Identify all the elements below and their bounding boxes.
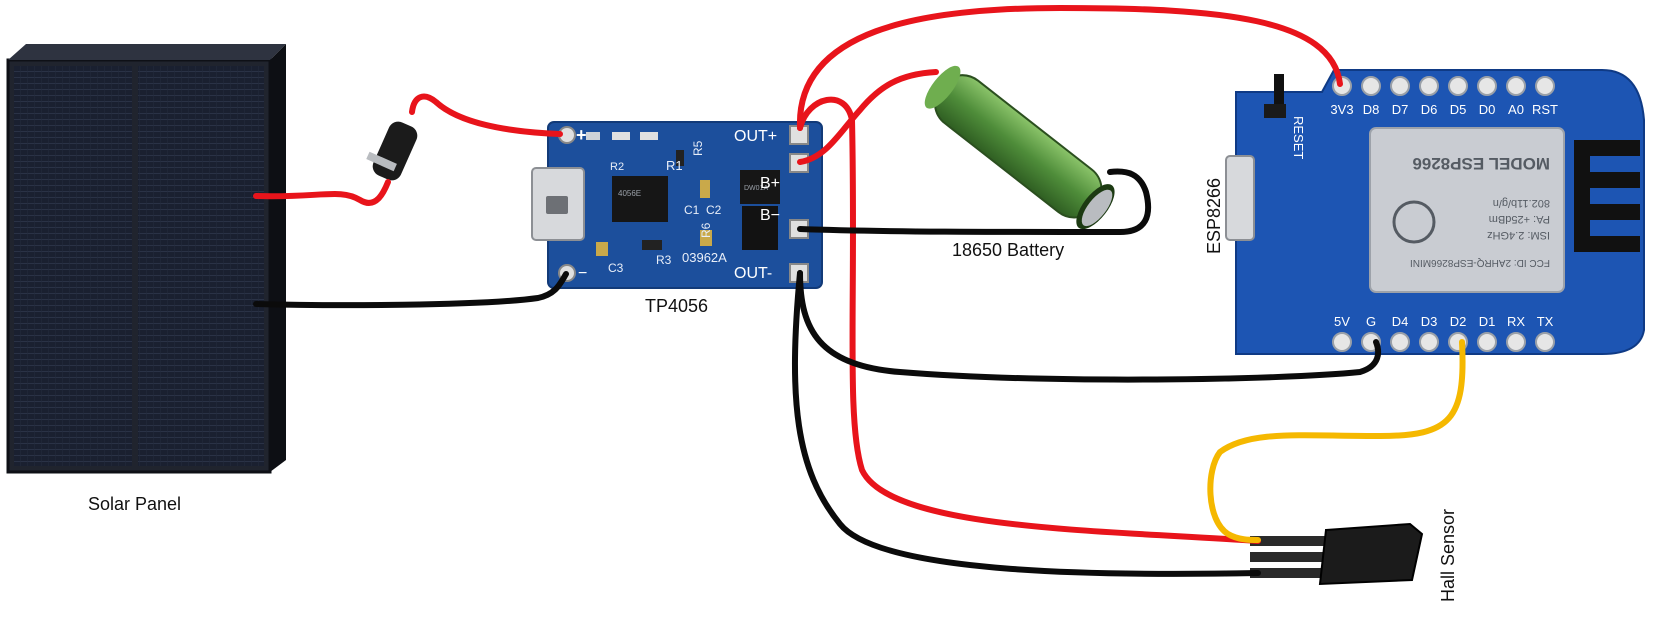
esp8266-board: RESET FCC ID: 2AHRQ-ESP8266MINI ISM: 2.4… bbox=[1225, 69, 1645, 355]
tp4056-label: TP4056 bbox=[645, 296, 709, 316]
esp-pin-label-d6: D6 bbox=[1421, 102, 1438, 117]
esp-pin-d5 bbox=[1448, 76, 1468, 96]
battery-label: 18650 Battery bbox=[952, 240, 1065, 260]
module-ism: ISM: 2.4GHz bbox=[1487, 229, 1550, 241]
silk-r2: R2 bbox=[610, 161, 624, 173]
esp-pin-label-3v3: 3V3 bbox=[1330, 102, 1353, 117]
pin-out-minus-label: OUT- bbox=[734, 265, 772, 282]
tp4056-board: R2 R1 R3 R5 R6 C1 C2 C3 03962A 4056E DW0… bbox=[531, 121, 823, 289]
esp-pin-label-rx: RX bbox=[1507, 314, 1525, 329]
esp-pin-label-d5: D5 bbox=[1450, 102, 1467, 117]
esp-pin-label-5v: 5V bbox=[1334, 314, 1350, 329]
esp-pin-label-rst: RST bbox=[1532, 102, 1558, 117]
esp-pin-5v bbox=[1332, 332, 1352, 352]
reset-button bbox=[1264, 104, 1286, 118]
esp-pin-label-d7: D7 bbox=[1392, 102, 1409, 117]
silk-r1: R1 bbox=[666, 158, 683, 173]
esp-usb-port bbox=[1225, 155, 1255, 241]
chip-marking: 4056E bbox=[618, 189, 641, 198]
wire-out-minus-to-hall bbox=[792, 270, 1261, 577]
esp-pin-label-d8: D8 bbox=[1363, 102, 1380, 117]
pin-b-minus-label: B− bbox=[760, 207, 780, 224]
module-pa: PA: +25dBm bbox=[1489, 213, 1550, 225]
pin-in-plus-label: + bbox=[576, 125, 587, 145]
battery-18650 bbox=[924, 65, 1115, 230]
esp-pin-rx bbox=[1506, 332, 1526, 352]
diode bbox=[366, 121, 418, 181]
esp-pin-label-d2: D2 bbox=[1450, 314, 1467, 329]
esp-pin-label-a0: A0 bbox=[1508, 102, 1524, 117]
esp-pin-d3 bbox=[1419, 332, 1439, 352]
silk-c1: C1 bbox=[684, 203, 700, 217]
solar-panel-label: Solar Panel bbox=[88, 494, 182, 514]
esp-pin-d7 bbox=[1390, 76, 1410, 96]
hall-sensor bbox=[1250, 522, 1424, 586]
esp-pin-a0 bbox=[1506, 76, 1526, 96]
silk-r6: R6 bbox=[699, 222, 713, 238]
pin-b-plus-label: B+ bbox=[760, 175, 780, 192]
silk-r3: R3 bbox=[656, 253, 672, 267]
pin-out-plus-label: OUT+ bbox=[734, 128, 777, 145]
tp4056-chip bbox=[612, 176, 668, 222]
esp-pin-d4 bbox=[1390, 332, 1410, 352]
silk-c2: C2 bbox=[706, 203, 722, 217]
silk-c3: C3 bbox=[608, 261, 624, 275]
esp-pin-label-d4: D4 bbox=[1392, 314, 1409, 329]
esp-pin-label-d0: D0 bbox=[1479, 102, 1496, 117]
esp-pin-d0 bbox=[1477, 76, 1497, 96]
module-wifi: 802.11b/g/n bbox=[1493, 197, 1550, 209]
silk-code: 03962A bbox=[682, 250, 727, 265]
esp-pin-label-d1: D1 bbox=[1479, 314, 1496, 329]
solar-panel bbox=[6, 44, 286, 474]
wire-solar-negative bbox=[253, 271, 569, 309]
esp8266-label: ESP8266 bbox=[1204, 177, 1224, 254]
module-model: MODEL ESP8266 bbox=[1412, 154, 1550, 173]
esp-pin-tx bbox=[1535, 332, 1555, 352]
pin-in-minus-label: − bbox=[578, 265, 587, 282]
esp-pin-label-d3: D3 bbox=[1421, 314, 1438, 329]
wiring-diagram: R2 R1 R3 R5 R6 C1 C2 C3 03962A 4056E DW0… bbox=[6, 5, 1645, 586]
esp-pin-d8 bbox=[1361, 76, 1381, 96]
esp-pin-d6 bbox=[1419, 76, 1439, 96]
silk-r5: R5 bbox=[691, 140, 705, 156]
esp-pin-rst bbox=[1535, 76, 1555, 96]
esp-pin-label-g: G bbox=[1366, 314, 1376, 329]
reset-label: RESET bbox=[1291, 116, 1306, 159]
esp-pin-label-tx: TX bbox=[1537, 314, 1554, 329]
hall-sensor-label: Hall Sensor bbox=[1438, 508, 1458, 602]
esp-pin-d1 bbox=[1477, 332, 1497, 352]
module-fcc: FCC ID: 2AHRQ-ESP8266MINI bbox=[1410, 257, 1550, 268]
wire-diode-to-in-plus bbox=[409, 93, 563, 137]
